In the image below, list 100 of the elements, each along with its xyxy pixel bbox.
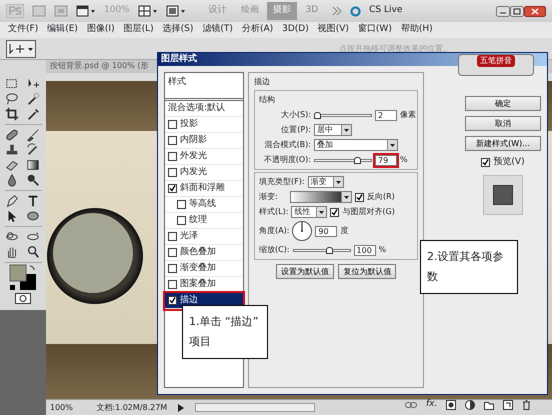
stamp-icon[interactable]	[4, 143, 18, 157]
new-layer-icon[interactable]	[503, 400, 514, 410]
checkbox[interactable]	[330, 208, 340, 216]
dropdown[interactable]: 线性	[291, 206, 328, 218]
callout-note: 2.设置其各项参数	[420, 240, 518, 294]
horizontal-scrollbar[interactable]	[195, 403, 316, 412]
menu-item[interactable]: 视图(V)	[318, 23, 349, 37]
bandage-icon[interactable]	[4, 128, 18, 142]
lasso-icon[interactable]	[4, 92, 18, 106]
style-label: 描边	[180, 294, 198, 307]
brush-icon[interactable]	[26, 128, 40, 142]
menu-item[interactable]: 窗口(W)	[358, 23, 392, 37]
style-item[interactable]: 混合选项:默认	[165, 101, 243, 117]
move-tool-preset-icon[interactable]	[6, 40, 36, 58]
preview-swatch	[483, 174, 523, 214]
status-menu-icon[interactable]	[177, 404, 186, 412]
dropdown[interactable]: 渐变	[308, 176, 344, 188]
dialog-button[interactable]: 确定	[465, 96, 541, 111]
menu-item[interactable]: 图层(L)	[124, 23, 154, 37]
link-icon[interactable]	[405, 401, 417, 409]
menu-item[interactable]: 分析(A)	[242, 23, 274, 37]
unit-label: %	[378, 244, 386, 256]
style-item[interactable]: 纹理	[165, 213, 243, 229]
menu-item[interactable]: 滤镜(T)	[202, 23, 233, 37]
type-tool-icon[interactable]	[26, 194, 40, 208]
ellipse-icon[interactable]	[26, 209, 40, 223]
mask-icon[interactable]	[446, 400, 456, 410]
dropdown[interactable]: 居中	[314, 124, 352, 136]
trash-icon[interactable]	[522, 400, 532, 410]
menu-item[interactable]: 文件(F)	[8, 23, 38, 37]
eraser-icon[interactable]	[4, 158, 18, 172]
color-swatches-icon[interactable]	[8, 263, 38, 293]
cs-live-menu[interactable]: CS Live	[369, 4, 402, 18]
checkbox[interactable]	[168, 184, 177, 193]
minimize-icon[interactable]	[496, 6, 510, 16]
scale-field[interactable]: 100	[354, 244, 376, 256]
checkbox[interactable]	[168, 136, 177, 145]
callout-note: 1.单击 “描边” 项目	[182, 305, 268, 359]
checkbox[interactable]	[168, 232, 177, 241]
style-item[interactable]: 内发光	[165, 165, 243, 181]
eyedropper-icon[interactable]	[26, 107, 40, 121]
checkbox[interactable]	[168, 120, 177, 129]
size-field[interactable]: 2	[375, 110, 397, 120]
checkbox[interactable]	[177, 200, 186, 209]
style-item[interactable]: 颜色叠加	[165, 245, 243, 261]
checkbox[interactable]	[481, 158, 490, 168]
menu-item[interactable]: 帮助(H)	[400, 23, 433, 37]
dropdown[interactable]: 叠加	[314, 139, 398, 151]
angle-dial[interactable]	[292, 221, 312, 241]
style-item[interactable]: 等高线	[165, 197, 243, 213]
marquee-icon[interactable]	[4, 77, 18, 91]
slider-thumb[interactable]	[326, 246, 333, 254]
more-workspaces-icon[interactable]	[332, 6, 342, 16]
pen-icon[interactable]	[4, 194, 18, 208]
checkbox[interactable]	[177, 216, 186, 225]
burn-icon[interactable]	[26, 173, 40, 187]
gradient-picker[interactable]	[290, 191, 352, 203]
gradient-icon[interactable]	[26, 158, 40, 172]
style-item[interactable]: 斜面和浮雕	[165, 181, 243, 197]
magic-wand-icon[interactable]	[26, 92, 40, 106]
opacity-field[interactable]: 79	[375, 154, 397, 166]
checkbox[interactable]	[168, 264, 177, 273]
style-item[interactable]: 渐变叠加	[165, 261, 243, 277]
slider-thumb[interactable]	[314, 112, 321, 118]
slider-thumb[interactable]	[354, 156, 362, 164]
default-button[interactable]: 设置为默认值	[276, 264, 334, 280]
menu-item[interactable]: 图像(I)	[86, 23, 115, 37]
checkbox[interactable]	[355, 192, 364, 202]
style-item[interactable]: 外发光	[165, 149, 243, 165]
zoom-icon[interactable]	[26, 245, 40, 259]
checkbox[interactable]	[168, 248, 177, 257]
view-extras-icon[interactable]	[76, 5, 96, 17]
crop-icon[interactable]	[4, 107, 18, 121]
checkbox[interactable]	[168, 296, 177, 305]
menu-item[interactable]: 选择(S)	[162, 23, 194, 37]
style-item[interactable]: 内阴影	[165, 133, 243, 149]
style-item[interactable]: 光泽	[165, 229, 243, 245]
close-icon[interactable]	[524, 6, 546, 16]
history-brush-icon[interactable]	[26, 143, 40, 157]
quick-mask-icon[interactable]	[15, 293, 31, 304]
zoom-value[interactable]: 100%	[50, 402, 73, 414]
angle-field[interactable]: 90	[315, 226, 338, 236]
slider-track[interactable]	[314, 110, 372, 120]
menu-item[interactable]: 3D(D)	[282, 23, 309, 37]
style-item[interactable]: 投影	[165, 117, 243, 133]
restore-icon[interactable]	[510, 6, 524, 16]
field-label: 角度(A):	[259, 225, 290, 237]
ime-label[interactable]: 五笔拼音	[477, 55, 515, 67]
field-label: 不透明度(O):	[262, 154, 311, 166]
menu-item[interactable]: 编辑(E)	[47, 23, 78, 37]
style-label: 混合选项:默认	[168, 102, 226, 115]
fx-button[interactable]: fx.	[426, 398, 438, 412]
arrange-icon[interactable]	[138, 5, 158, 17]
checkbox[interactable]	[168, 280, 177, 289]
checkbox[interactable]	[168, 168, 177, 177]
checkbox[interactable]	[168, 152, 177, 161]
dialog-button[interactable]: 新建样式(W)...	[465, 136, 541, 151]
default-button[interactable]: 复位为默认值	[338, 264, 396, 280]
screen-mode-icon[interactable]	[166, 5, 186, 17]
dialog-button[interactable]: 取消	[465, 116, 541, 131]
